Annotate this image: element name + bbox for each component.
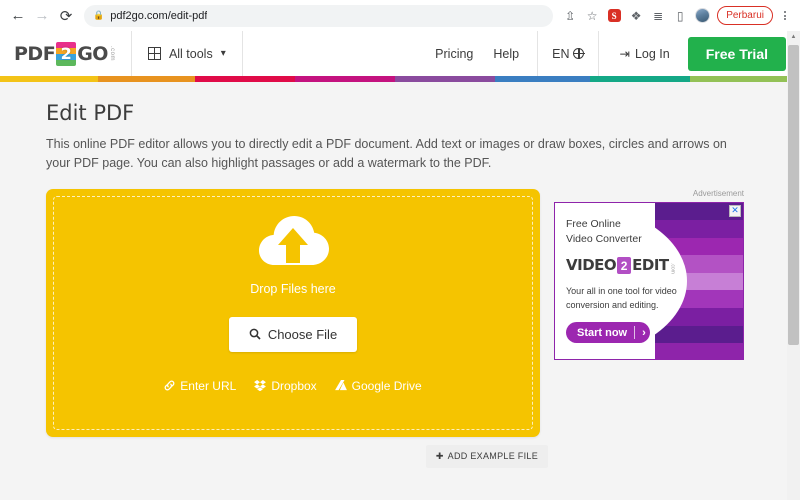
add-example-file-label: ADD EXAMPLE FILE bbox=[447, 451, 538, 462]
choose-file-label: Choose File bbox=[267, 326, 338, 342]
main-content: Edit PDF This online PDF editor allows y… bbox=[0, 82, 800, 500]
reload-icon[interactable]: ⟳ bbox=[54, 4, 78, 28]
page-viewport: PDF 2 GO .com All tools ▾ Pricing Help E… bbox=[0, 31, 800, 500]
browser-toolbar-icons: ⇫ ☆ S ❖ ≣ ▯ Perbarui bbox=[560, 6, 794, 26]
ad-content: Free Online Video Converter VIDEO 2 EDIT… bbox=[555, 203, 743, 359]
dropbox-icon bbox=[254, 380, 267, 392]
bookmark-star-icon[interactable]: ☆ bbox=[582, 6, 602, 26]
logo-mark: 2 bbox=[56, 41, 77, 66]
avatar[interactable] bbox=[692, 6, 712, 26]
example-file-row: ✚ ADD EXAMPLE FILE bbox=[0, 444, 548, 468]
nav-link-help[interactable]: Help bbox=[483, 47, 529, 61]
enter-url-label: Enter URL bbox=[180, 378, 237, 393]
device-toggle-icon[interactable]: ▯ bbox=[670, 6, 690, 26]
google-drive-label: Google Drive bbox=[351, 378, 422, 393]
advertisement-column: Advertisement Free Online Video Converte… bbox=[554, 189, 746, 437]
dropbox-label: Dropbox bbox=[271, 378, 317, 393]
site-nav: Pricing Help EN ⇥ Log In Free Trial bbox=[425, 31, 800, 76]
scroll-up-arrow-icon[interactable]: ▲ bbox=[787, 31, 800, 43]
cloud-upload-icon bbox=[254, 211, 332, 276]
share-icon[interactable]: ⇫ bbox=[560, 6, 580, 26]
google-drive-icon bbox=[334, 380, 347, 391]
alt-source-list: Enter URL Dropbox Google Drive bbox=[164, 378, 422, 393]
chevron-down-icon: ▾ bbox=[220, 48, 226, 59]
browser-toolbar: ← → ⟳ 🔒 pdf2go.com/edit-pdf ⇫ ☆ S ❖ ≣ ▯ … bbox=[0, 0, 800, 31]
choose-file-button[interactable]: Choose File bbox=[228, 316, 358, 352]
logo-text-left: PDF bbox=[14, 42, 56, 65]
ad-headline-line2: Video Converter bbox=[566, 232, 642, 245]
file-dropzone[interactable]: Drop Files here Choose File Enter URL Dr… bbox=[46, 188, 540, 437]
google-drive-button[interactable]: Google Drive bbox=[334, 378, 422, 393]
all-tools-menu[interactable]: All tools ▾ bbox=[130, 31, 243, 76]
login-button[interactable]: ⇥ Log In bbox=[607, 46, 681, 62]
update-button[interactable]: Perbarui bbox=[717, 6, 773, 25]
back-arrow-icon[interactable]: ← bbox=[6, 4, 30, 28]
ad-tagline: Your all in one tool for video conversio… bbox=[566, 286, 677, 310]
plus-icon: ✚ bbox=[435, 450, 444, 461]
ad-logo-mark: 2 bbox=[617, 257, 632, 275]
ad-cta-label: Start now bbox=[577, 326, 628, 339]
url-text: pdf2go.com/edit-pdf bbox=[110, 9, 208, 22]
dropbox-button[interactable]: Dropbox bbox=[254, 378, 317, 393]
enter-url-button[interactable]: Enter URL bbox=[164, 379, 236, 393]
scrollbar-thumb[interactable] bbox=[788, 45, 799, 345]
dropzone-label: Drop Files here bbox=[250, 281, 336, 296]
login-label: Log In bbox=[634, 46, 670, 61]
link-icon bbox=[164, 380, 175, 391]
page-title: Edit PDF bbox=[46, 101, 135, 125]
free-trial-button[interactable]: Free Trial bbox=[687, 36, 786, 71]
lock-icon: 🔒 bbox=[93, 10, 105, 20]
login-arrow-icon: ⇥ bbox=[619, 47, 630, 61]
add-example-file-button[interactable]: ✚ ADD EXAMPLE FILE bbox=[425, 444, 548, 468]
logo-mark-text: 2 bbox=[60, 43, 72, 63]
ad-headline-line1: Free Online bbox=[566, 217, 621, 230]
search-icon bbox=[249, 328, 261, 340]
extensions-puzzle-icon[interactable]: ❖ bbox=[626, 6, 646, 26]
page-description: This online PDF editor allows you to dir… bbox=[46, 137, 727, 171]
browser-window: ← → ⟳ 🔒 pdf2go.com/edit-pdf ⇫ ☆ S ❖ ≣ ▯ … bbox=[0, 0, 800, 500]
advertisement-banner[interactable]: Free Online Video Converter VIDEO 2 EDIT… bbox=[554, 201, 744, 360]
grid-icon bbox=[147, 47, 161, 60]
all-tools-label: All tools bbox=[168, 46, 213, 61]
forward-arrow-icon[interactable]: → bbox=[30, 4, 54, 28]
language-selector[interactable]: EN bbox=[537, 31, 600, 76]
nav-link-pricing[interactable]: Pricing bbox=[425, 47, 483, 61]
site-logo[interactable]: PDF 2 GO .com bbox=[0, 31, 131, 76]
address-bar[interactable]: 🔒 pdf2go.com/edit-pdf bbox=[84, 4, 554, 27]
close-icon[interactable]: ✕ bbox=[729, 204, 741, 217]
page-scrollbar[interactable]: ▲ bbox=[787, 31, 800, 500]
kebab-menu-icon[interactable] bbox=[776, 11, 794, 20]
reading-list-icon[interactable]: ≣ bbox=[648, 6, 668, 26]
chevron-right-icon: › bbox=[642, 326, 646, 339]
extension-s-icon[interactable]: S bbox=[604, 6, 624, 26]
logo-text-right: GO bbox=[77, 42, 108, 65]
ad-logo-right: EDIT bbox=[632, 256, 669, 275]
language-label: EN bbox=[552, 46, 570, 61]
advertisement-label: Advertisement bbox=[692, 188, 744, 198]
site-header: PDF 2 GO .com All tools ▾ Pricing Help E… bbox=[0, 31, 800, 76]
globe-icon bbox=[573, 47, 585, 60]
ad-logo-left: VIDEO bbox=[566, 256, 617, 275]
ad-logo: VIDEO 2 EDIT .com bbox=[566, 256, 743, 275]
upload-and-ad-row: Drop Files here Choose File Enter URL Dr… bbox=[46, 188, 800, 437]
ad-cta-button[interactable]: Start now › bbox=[566, 322, 650, 344]
ad-logo-suffix: .com bbox=[669, 263, 676, 275]
logo-suffix: .com bbox=[108, 45, 115, 61]
